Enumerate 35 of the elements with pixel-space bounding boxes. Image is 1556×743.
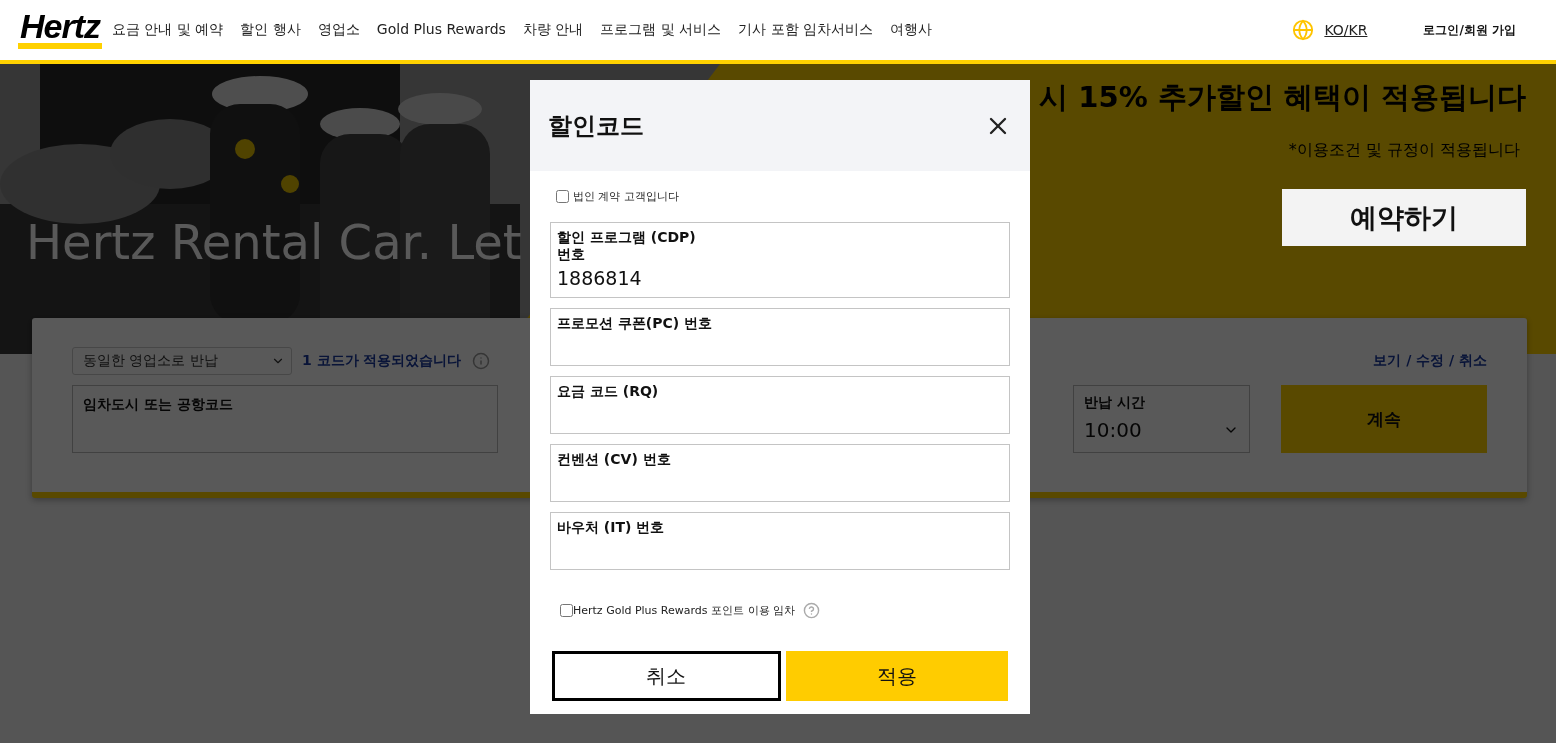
code-field[interactable]: 요금 코드 (RQ) [550,376,1010,434]
checkbox[interactable] [556,190,569,203]
apply-button[interactable]: 적용 [785,651,1008,701]
checkbox[interactable] [560,604,573,617]
nav-link[interactable]: 기사 포함 임차서비스 [738,21,874,39]
code-field[interactable]: 할인 프로그램 (CDP) 번호 1886814 [550,222,1010,298]
code-field[interactable]: 컨벤션 (CV) 번호 [550,444,1010,502]
nav-link[interactable]: 차량 안내 [522,21,584,39]
checkbox-label[interactable]: Hertz Gold Plus Rewards 포인트 이용 임차 [573,603,795,618]
field-label: 요금 코드 (RQ) [557,383,660,400]
nav-link[interactable]: 영업소 [317,21,360,39]
language-link[interactable]: KO/KR [1292,19,1368,41]
globe-icon [1292,19,1315,41]
field-label: 할인 프로그램 (CDP) 번호 [557,229,697,263]
nav-link[interactable]: 할인 행사 [240,21,301,39]
nav-link[interactable]: Gold Plus Rewards [376,21,506,39]
hero-title: Hertz Rental Car. Let [26,214,522,270]
logo[interactable]: Hertz [18,11,103,49]
dialog-title: 할인코드 [548,110,644,142]
code-field[interactable]: 바우처 (IT) 번호 [550,512,1010,570]
cancel-button[interactable]: 취소 [552,651,781,701]
code-field[interactable]: 프로모션 쿠폰(PC) 번호 [550,308,1010,366]
nav-link[interactable]: 요금 안내 및 예약 [112,21,224,39]
nav-link[interactable]: 여행사 [890,21,933,39]
field-label: 프로모션 쿠폰(PC) 번호 [557,315,714,332]
field-label: 바우처 (IT) 번호 [557,519,666,536]
book-button[interactable]: 예약하기 [1282,189,1526,246]
login-link[interactable]: 로그인/회원 가입 [1423,21,1516,39]
help-icon[interactable] [803,602,820,619]
checkbox-label[interactable]: 법인 계약 고객입니다 [573,189,679,204]
promo-headline: 시 15% 추가할인 혜택이 적용됩니다 [1039,79,1526,116]
code-value[interactable]: 1886814 [557,267,1003,289]
terms-note: *이용조건 및 규정이 적용됩니다 [1288,140,1520,161]
field-label: 컨벤션 (CV) 번호 [557,451,672,468]
nav-link[interactable]: 프로그램 및 서비스 [600,21,722,39]
